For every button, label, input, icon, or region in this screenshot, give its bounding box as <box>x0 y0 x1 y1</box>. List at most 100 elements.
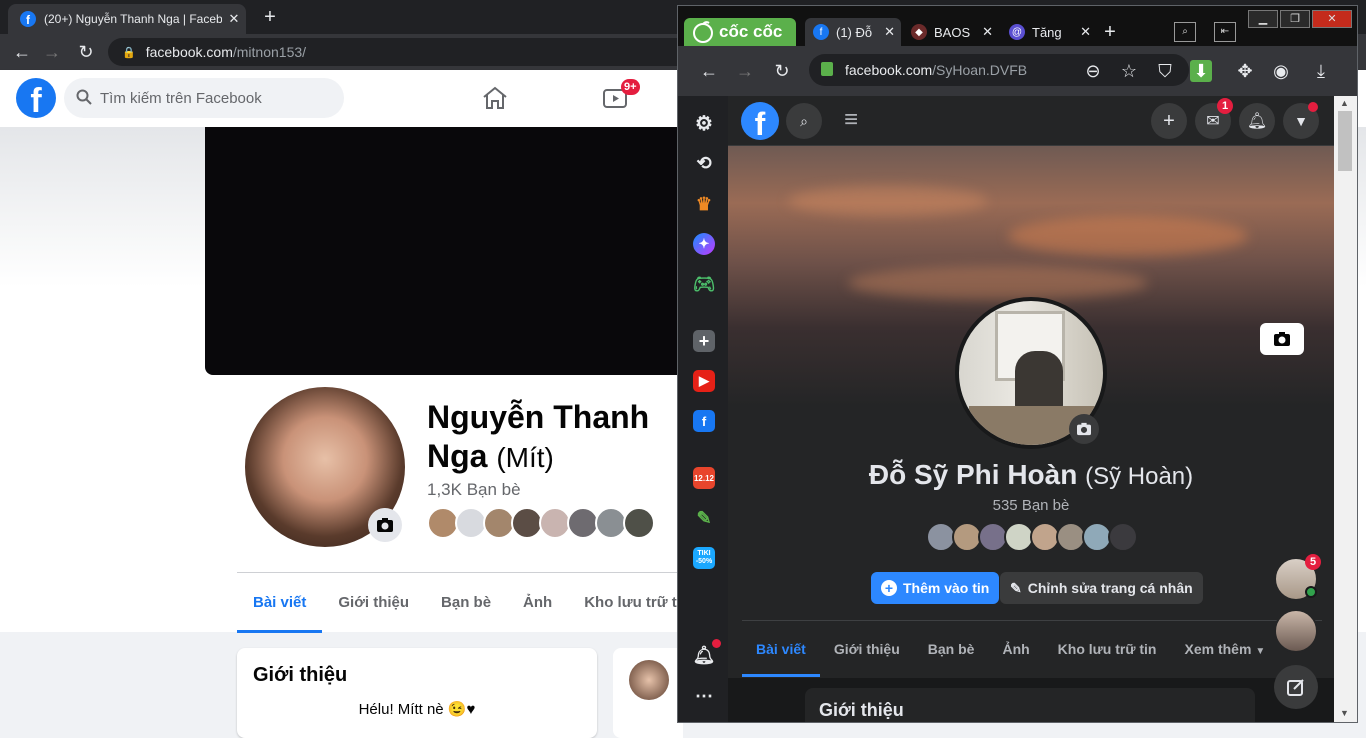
more-icon[interactable]: ⋯ <box>693 685 715 707</box>
close-tab-icon[interactable]: ✕ <box>884 24 895 40</box>
crown-icon[interactable]: ♛ <box>693 193 715 215</box>
back-icon[interactable]: ← <box>698 60 720 82</box>
tab-friends[interactable]: Bạn bè <box>914 621 989 677</box>
cover-cloud <box>788 186 988 216</box>
avatar[interactable] <box>629 660 669 700</box>
pencil-icon: ✎ <box>1010 579 1022 596</box>
right-profile-tabs: Bài viết Giới thiệu Bạn bè Ảnh Kho lưu t… <box>742 620 1322 678</box>
tab-about[interactable]: Giới thiệu <box>322 573 425 633</box>
scrollbar-thumb[interactable] <box>1338 111 1352 171</box>
edit-cover-camera-icon[interactable] <box>1260 323 1304 355</box>
profile-name: Đỗ Sỹ Phi Hoàn (Sỹ Hoàn) <box>728 459 1334 491</box>
zoom-out-icon[interactable]: ⊖ <box>1082 60 1104 82</box>
friends-count[interactable]: 535 Bạn bè <box>728 497 1334 514</box>
new-message-icon[interactable] <box>1274 665 1318 709</box>
history-icon[interactable]: ⟲ <box>693 152 715 174</box>
youtube-icon[interactable]: ▶ <box>693 370 715 392</box>
tab-photos[interactable]: Ảnh <box>507 573 568 633</box>
intro-card: Giới thiệu Hélu! Mítt nè 😉♥ <box>237 648 597 738</box>
bookmark-star-icon[interactable]: ☆ <box>1118 60 1140 82</box>
profile-name-text: Đỗ Sỹ Phi Hoàn <box>868 459 1078 490</box>
friend-avatar[interactable] <box>1108 522 1138 552</box>
cover-cloud <box>1008 216 1248 256</box>
camera-icon[interactable] <box>368 508 402 542</box>
chat-badge: 5 <box>1305 554 1321 570</box>
tiki-label: TIKI <box>697 550 711 557</box>
home-icon[interactable] <box>482 86 508 110</box>
tab-about[interactable]: Giới thiệu <box>820 621 914 677</box>
close-tab-icon[interactable]: ✕ <box>982 24 993 40</box>
tab-friends[interactable]: Bạn bè <box>425 573 507 633</box>
search-icon[interactable]: ⌕ <box>786 103 822 139</box>
friends-count[interactable]: 1,3K Bạn bè <box>427 480 521 500</box>
extensions-icon[interactable]: ✥ <box>1234 60 1256 82</box>
friend-avatars <box>926 522 1138 552</box>
chat-head-avatar[interactable] <box>1274 609 1318 653</box>
coccoc-logo[interactable]: cốc cốc <box>684 18 796 46</box>
tab-story-archive[interactable]: Kho lưu trữ tin <box>1044 621 1171 677</box>
downloads-icon[interactable]: ⤓ <box>1310 60 1332 82</box>
settings-icon[interactable]: ⚙ <box>693 112 715 135</box>
notifications-icon[interactable]: 🔔︎ <box>1239 103 1275 139</box>
edit-profile-button[interactable]: ✎ Chỉnh sửa trang cá nhân <box>1000 572 1203 604</box>
tiki-icon[interactable]: TIKI -50% <box>693 547 715 569</box>
menu-icon[interactable]: ≡ <box>844 108 868 132</box>
gamepad-icon[interactable]: 🎮︎ <box>693 273 716 295</box>
scroll-up-icon[interactable]: ▲ <box>1340 98 1349 108</box>
profile-icon[interactable]: ◉ <box>1270 60 1292 82</box>
left-profile-tabs: Bài viết Giới thiệu Bạn bè Ảnh Kho lưu t… <box>237 572 690 633</box>
camera-icon[interactable] <box>1069 414 1099 444</box>
scrollbar[interactable]: ▲ ▼ <box>1334 96 1357 722</box>
game-icon: ◆ <box>911 24 927 40</box>
add-story-button[interactable]: + Thêm vào tin <box>871 572 1000 604</box>
right-tab-bar: cốc cốc f (1) Đỗ ✕ ◆ BAOS ✕ @ Tăng ✕ + ⌕… <box>678 6 1357 46</box>
maximize-icon[interactable]: ❐ <box>1280 10 1310 28</box>
new-tab-icon[interactable]: + <box>258 6 282 28</box>
cover-cloud <box>848 266 1148 300</box>
close-tab-icon[interactable]: ✕ <box>1080 24 1091 40</box>
right-tab-facebook[interactable]: f (1) Đỗ ✕ <box>805 18 901 46</box>
facebook-logo-icon[interactable]: f <box>741 102 779 140</box>
tab-posts[interactable]: Bài viết <box>742 621 820 677</box>
close-tab-icon[interactable]: ✕ <box>222 11 246 27</box>
shop-label: 12.12 <box>693 473 715 483</box>
tab-photos[interactable]: Ảnh <box>988 621 1043 677</box>
screen-search-icon[interactable]: ⌕ <box>1174 22 1196 42</box>
notifications-icon[interactable]: 🔔︎ <box>693 644 716 666</box>
messenger-icon[interactable]: ✦ <box>693 233 715 255</box>
download-video-icon[interactable]: ⬇ <box>1190 60 1212 82</box>
new-tab-icon[interactable]: + <box>1100 22 1120 42</box>
left-url-field[interactable]: 🔒 facebook.com /mitnon153/ <box>108 38 708 66</box>
secure-lock-icon <box>821 62 833 76</box>
cover-photo[interactable] <box>205 127 685 375</box>
minimize-icon[interactable]: ▁ <box>1248 10 1278 28</box>
tab-see-more[interactable]: Xem thêm ▼ <box>1171 621 1280 677</box>
facebook-sidebar-icon[interactable]: f <box>693 410 715 432</box>
create-icon[interactable]: + <box>1151 103 1187 139</box>
shopping-icon[interactable]: 12.12 <box>693 467 715 489</box>
reload-icon[interactable]: ↻ <box>76 42 96 62</box>
right-tab-title: (1) Đỗ <box>836 24 873 40</box>
scroll-down-icon[interactable]: ▼ <box>1340 708 1349 718</box>
left-tab-active[interactable]: f (20+) Nguyễn Thanh Nga | Faceb ✕ <box>8 4 246 34</box>
tiki-discount: -50% <box>695 558 713 565</box>
coccoc-game-icon[interactable]: ✎ <box>693 507 715 529</box>
close-window-icon[interactable]: ✕ <box>1312 10 1352 28</box>
right-tab-title: BAOS <box>934 24 971 40</box>
facebook-dark-top-bar: f ⌕ ≡ + ✉ 1 🔔︎ ▼ <box>728 96 1334 146</box>
reload-icon[interactable]: ↻ <box>771 60 793 82</box>
add-app-icon[interactable]: + <box>693 330 715 352</box>
facebook-logo-icon[interactable]: f <box>16 78 56 118</box>
back-icon[interactable]: ← <box>12 42 32 62</box>
facebook-icon: f <box>813 24 829 40</box>
forward-icon[interactable]: → <box>42 42 62 62</box>
shield-icon[interactable]: ⛉ <box>1154 60 1176 82</box>
tab-posts[interactable]: Bài viết <box>237 573 323 633</box>
right-tab-baos[interactable]: ◆ BAOS ✕ <box>903 18 999 46</box>
friend-avatar[interactable] <box>623 507 655 539</box>
facebook-search-input[interactable]: Tìm kiếm trên Facebook <box>64 78 344 118</box>
intro-title: Giới thiệu <box>819 700 904 720</box>
right-tab-tang[interactable]: @ Tăng ✕ <box>1001 18 1097 46</box>
sidebar-toggle-icon[interactable]: ⇤ <box>1214 22 1236 42</box>
forward-icon[interactable]: → <box>734 60 756 82</box>
